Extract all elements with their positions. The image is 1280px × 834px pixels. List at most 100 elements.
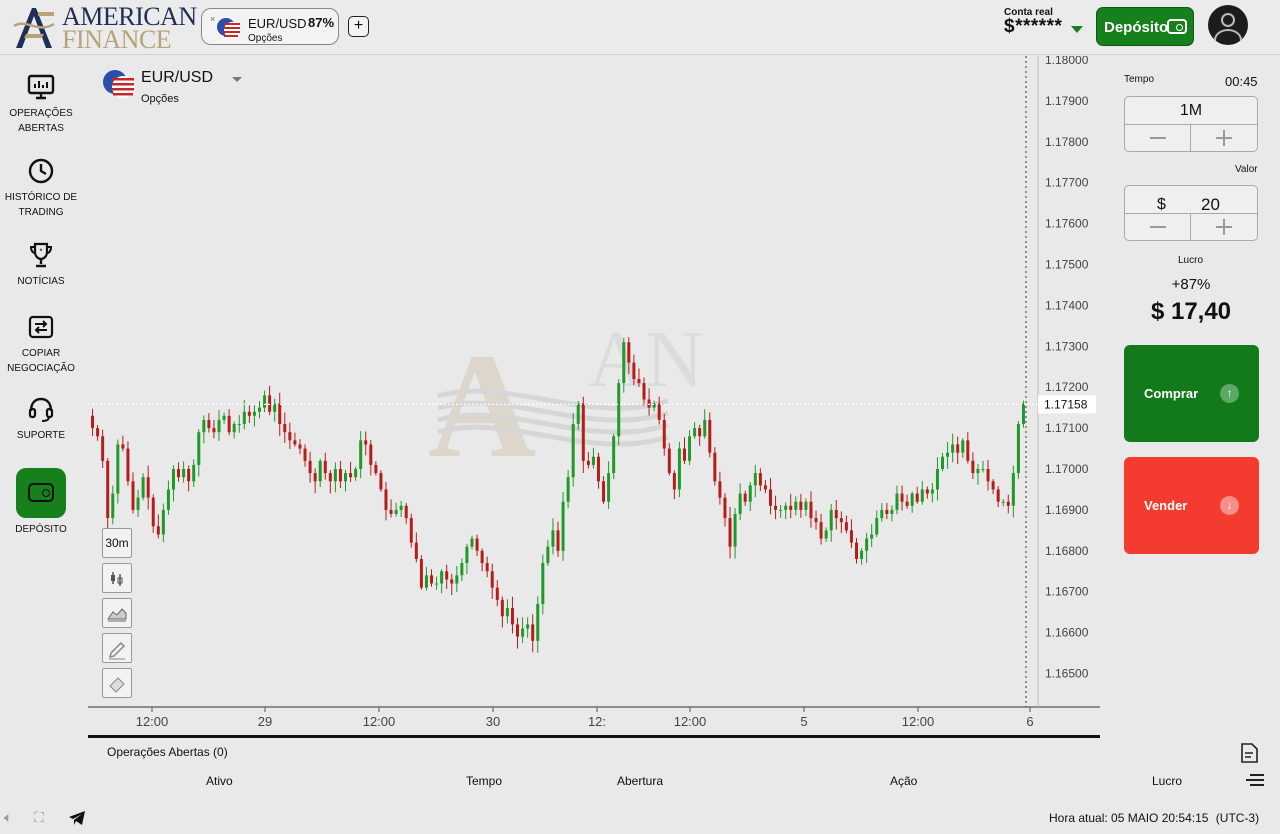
candle-body bbox=[91, 415, 95, 429]
candle-body bbox=[865, 538, 869, 551]
candle-body bbox=[399, 505, 403, 510]
candle-body bbox=[450, 579, 454, 584]
sidebar-item-open-operations[interactable]: OPERAÇÕES ABERTAS bbox=[0, 72, 82, 136]
account-selector[interactable]: Conta real $****** bbox=[1004, 7, 1083, 38]
candle-body bbox=[161, 509, 165, 535]
candle-body bbox=[293, 440, 297, 445]
duration-stepper: 1M bbox=[1124, 96, 1258, 152]
amount-minus-button[interactable] bbox=[1125, 214, 1191, 240]
monitor-icon bbox=[27, 74, 55, 100]
candle-body bbox=[257, 407, 261, 412]
candle-body bbox=[435, 583, 439, 585]
candle-body bbox=[728, 518, 732, 547]
y-tick-label: 1.16600 bbox=[1045, 626, 1089, 640]
candle-body bbox=[536, 603, 540, 641]
candle-body bbox=[318, 460, 322, 482]
candle-body bbox=[667, 448, 671, 474]
candle-body bbox=[187, 469, 191, 482]
candle-body bbox=[475, 538, 479, 551]
document-icon[interactable] bbox=[1238, 742, 1260, 764]
price-chart[interactable]: A AN1.180001.179001.178001.177001.176001.… bbox=[88, 56, 1100, 736]
candle-body bbox=[991, 481, 995, 490]
amount-plus-button[interactable] bbox=[1191, 214, 1257, 240]
deposit-button[interactable]: Depósito bbox=[1096, 7, 1194, 46]
chart-style-button[interactable] bbox=[102, 598, 132, 628]
candle-body bbox=[470, 538, 474, 547]
telegram-icon[interactable] bbox=[68, 810, 86, 826]
candle-body bbox=[430, 575, 434, 584]
timeframe-button[interactable]: 30m bbox=[102, 528, 132, 558]
candle-body bbox=[799, 501, 803, 510]
profit-label: Lucro bbox=[1178, 255, 1204, 266]
y-tick-label: 1.17400 bbox=[1045, 298, 1089, 312]
candle-body bbox=[708, 419, 712, 453]
candle-body bbox=[703, 419, 707, 437]
candle-body bbox=[556, 530, 560, 551]
candle-body bbox=[384, 489, 388, 510]
candle-body bbox=[910, 493, 914, 506]
candle-body bbox=[177, 469, 181, 478]
candle-body bbox=[485, 563, 489, 572]
sound-icon[interactable]: 🔈︎ bbox=[4, 809, 12, 826]
sidebar-item-support[interactable]: SUPORTE bbox=[0, 394, 82, 443]
candle-body bbox=[860, 550, 864, 559]
column-header-action: Ação bbox=[890, 774, 918, 788]
eraser-tool-button[interactable] bbox=[102, 668, 132, 698]
duration-minus-button[interactable] bbox=[1125, 125, 1191, 151]
close-tab-icon[interactable]: × bbox=[210, 14, 215, 24]
candle-body bbox=[521, 628, 525, 637]
sidebar-item-deposit[interactable]: DEPÓSITO bbox=[0, 468, 82, 537]
candle-body bbox=[247, 411, 251, 416]
candle-body bbox=[328, 473, 332, 482]
menu-icon[interactable] bbox=[1242, 769, 1264, 791]
candle-body bbox=[956, 444, 960, 453]
duration-plus-button[interactable] bbox=[1191, 125, 1257, 151]
candle-body bbox=[283, 424, 287, 433]
candle-body bbox=[323, 460, 327, 474]
eraser-icon bbox=[109, 677, 125, 693]
candle-body bbox=[369, 444, 373, 465]
candle-body bbox=[698, 428, 702, 437]
candle-body bbox=[789, 505, 793, 510]
candle-body bbox=[526, 624, 530, 629]
add-asset-button[interactable]: + bbox=[348, 16, 369, 37]
arrow-up-icon: ↑ bbox=[1220, 384, 1239, 403]
candle-body bbox=[647, 399, 651, 408]
buy-button[interactable]: Comprar ↑ bbox=[1124, 345, 1259, 442]
candle-body bbox=[379, 473, 383, 490]
clock-icon bbox=[28, 158, 54, 184]
candle-body bbox=[217, 419, 221, 433]
sell-button[interactable]: Vender ↓ bbox=[1124, 457, 1259, 554]
candle-body bbox=[389, 509, 393, 514]
candle-body bbox=[713, 452, 717, 482]
candle-body bbox=[1021, 403, 1025, 425]
candle-body bbox=[763, 485, 767, 490]
y-tick-label: 1.16700 bbox=[1045, 585, 1089, 599]
avatar[interactable] bbox=[1208, 5, 1248, 45]
draw-tool-button[interactable] bbox=[102, 633, 132, 663]
brand-logo[interactable]: AMERICAN FINANCE bbox=[12, 2, 197, 53]
sidebar-item-news[interactable]: NOTÍCIAS bbox=[0, 240, 82, 289]
candle-body bbox=[404, 505, 408, 519]
copy-trade-icon bbox=[28, 315, 54, 339]
candle-body bbox=[308, 460, 312, 474]
tab-open-operations[interactable]: Operações Abertas (0) bbox=[107, 745, 228, 759]
candle-body bbox=[151, 497, 155, 527]
sidebar-item-trading-history[interactable]: HISTÓRICO DE TRADING bbox=[0, 156, 82, 220]
candle-body bbox=[126, 448, 130, 482]
candle-body bbox=[733, 513, 737, 547]
candle-body bbox=[768, 489, 772, 506]
candle-body bbox=[819, 522, 823, 539]
fullscreen-icon[interactable]: ⛶ bbox=[34, 809, 44, 826]
candle-body bbox=[424, 575, 428, 588]
chart-asset-symbol: EUR/USD bbox=[141, 69, 214, 86]
x-tick-label: 29 bbox=[258, 714, 272, 729]
sidebar-item-label: COPIAR NEGOCIAÇÃO bbox=[7, 348, 75, 374]
candle-type-button[interactable] bbox=[102, 563, 132, 593]
duration-value[interactable]: 1M bbox=[1125, 97, 1257, 125]
amount-field[interactable]: $ 20 bbox=[1125, 186, 1257, 214]
candle-body bbox=[460, 563, 464, 576]
deposit-label: Depósito bbox=[1104, 19, 1169, 36]
asset-tab-eurusd[interactable]: × EUR/USD 87% Opções bbox=[201, 8, 339, 45]
sidebar-item-copy-trading[interactable]: COPIAR NEGOCIAÇÃO bbox=[0, 312, 82, 376]
